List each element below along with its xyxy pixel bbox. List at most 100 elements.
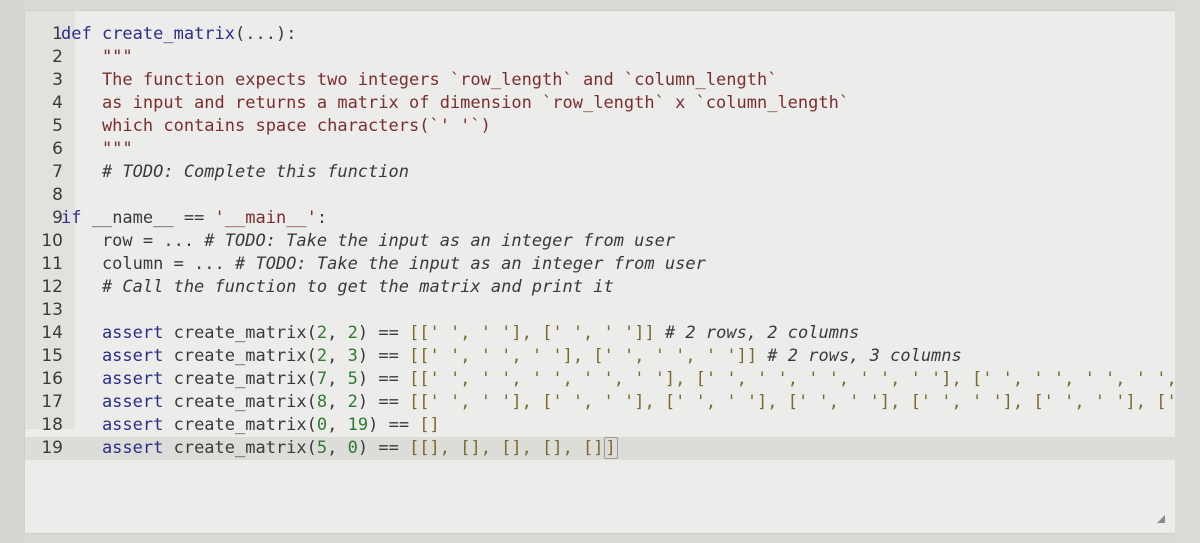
code-token: , xyxy=(327,369,348,389)
code-token: # TODO: Take the input as an integer fro… xyxy=(204,231,676,251)
code-line[interactable]: 10 row = ... # TODO: Take the input as a… xyxy=(25,230,1175,253)
code-line[interactable]: 11 column = ... # TODO: Take the input a… xyxy=(25,253,1175,276)
code-token: assert xyxy=(61,369,174,389)
code-line[interactable]: 1 def create_matrix(...): xyxy=(25,23,1175,46)
code-token: ) == xyxy=(357,392,410,412)
code-token: 2 xyxy=(347,392,358,412)
code-line[interactable]: 8 xyxy=(25,184,1175,207)
code-token: (...): xyxy=(235,24,297,44)
code-text: row = ... # TODO: Take the input as an i… xyxy=(61,230,675,253)
resize-handle-icon[interactable] xyxy=(1157,515,1165,523)
code-text: The function expects two integers `row_l… xyxy=(61,69,778,92)
code-text: assert create_matrix(2, 3) == [[' ', ' '… xyxy=(61,345,962,368)
code-line[interactable]: 5 which contains space characters(`' '`) xyxy=(25,115,1175,138)
code-token: ) == xyxy=(368,415,420,435)
code-token: as input and returns a matrix of dimensi… xyxy=(61,93,850,113)
code-token: 5 xyxy=(347,369,358,389)
code-token: 5 xyxy=(316,438,328,458)
line-number: 13 xyxy=(41,300,63,320)
code-token: '__main__' xyxy=(214,208,317,228)
code-token: , xyxy=(327,346,348,366)
code-line[interactable]: 12 # Call the function to get the matrix… xyxy=(25,276,1175,299)
code-token: : xyxy=(316,208,328,228)
line-number: 17 xyxy=(41,392,63,412)
code-token: 2 xyxy=(347,323,358,343)
code-token: 0 xyxy=(347,438,358,458)
code-line[interactable]: 14 assert create_matrix(2, 2) == [[' ', … xyxy=(25,322,1175,345)
code-text: assert create_matrix(8, 2) == [[' ', ' '… xyxy=(61,391,1175,414)
code-text: assert create_matrix(7, 5) == [[' ', ' '… xyxy=(61,368,1175,391)
code-text: assert create_matrix(0, 19) == [] xyxy=(61,414,440,437)
code-token: assert xyxy=(61,346,174,366)
line-number: 7 xyxy=(52,162,63,182)
code-line[interactable]: 19 assert create_matrix(5, 0) == [[], []… xyxy=(25,437,1175,460)
window-right-edge xyxy=(1175,0,1200,543)
code-token: # 2 rows, 3 columns xyxy=(757,346,962,366)
line-number: 8 xyxy=(52,185,63,205)
code-token: , xyxy=(327,392,348,412)
code-line[interactable]: 15 assert create_matrix(2, 3) == [[' ', … xyxy=(25,345,1175,368)
code-line[interactable]: 3 The function expects two integers `row… xyxy=(25,69,1175,92)
code-line[interactable]: 17 assert create_matrix(8, 2) == [[' ', … xyxy=(25,391,1175,414)
code-text: """ xyxy=(61,138,133,161)
code-token: ) == xyxy=(357,323,410,343)
code-text: assert create_matrix(2, 2) == [[' ', ' '… xyxy=(61,322,859,345)
code-token: , xyxy=(327,415,348,435)
code-token: ) == xyxy=(357,346,410,366)
code-token: def xyxy=(61,24,102,44)
code-token: """ xyxy=(61,139,133,159)
code-token: The function expects two integers `row_l… xyxy=(61,70,778,90)
code-token: assert xyxy=(61,415,174,435)
matched-bracket: ] xyxy=(603,437,618,459)
code-token: 19 xyxy=(347,415,369,435)
line-number: 9 xyxy=(52,208,63,228)
window-left-edge xyxy=(0,0,24,543)
code-line[interactable]: 6 """ xyxy=(25,138,1175,161)
code-text: if __name__ == '__main__': xyxy=(61,207,327,230)
code-line[interactable]: 7 # TODO: Complete this function xyxy=(25,161,1175,184)
code-line[interactable]: 4 as input and returns a matrix of dimen… xyxy=(25,92,1175,115)
code-token: [] xyxy=(419,415,440,435)
code-token: [[' ', ' '], [' ', ' ']] xyxy=(409,323,655,343)
code-token: 7 xyxy=(316,369,328,389)
code-text: def create_matrix(...): xyxy=(61,23,296,46)
line-number: 18 xyxy=(41,415,63,435)
code-token: create_matrix( xyxy=(173,346,317,366)
line-number: 15 xyxy=(41,346,63,366)
code-token: ) == xyxy=(357,369,410,389)
code-text: column = ... # TODO: Take the input as a… xyxy=(61,253,706,276)
code-text: # TODO: Complete this function xyxy=(61,161,409,184)
code-token: assert xyxy=(61,438,174,458)
code-line[interactable]: 18 assert create_matrix(0, 19) == [] xyxy=(25,414,1175,437)
code-token: column = ... xyxy=(61,254,235,274)
code-token: create_matrix( xyxy=(173,392,317,412)
line-number: 1 xyxy=(52,24,63,44)
code-token: 2 xyxy=(316,323,328,343)
code-token: 0 xyxy=(316,415,328,435)
code-text: which contains space characters(`' '`) xyxy=(61,115,491,138)
line-number: 14 xyxy=(41,323,63,343)
code-token: create_matrix( xyxy=(173,415,317,435)
line-number: 6 xyxy=(52,139,63,159)
code-token: create_matrix( xyxy=(173,369,317,389)
line-number: 4 xyxy=(52,93,63,113)
code-token: if xyxy=(61,208,92,228)
code-token: , xyxy=(327,438,348,458)
line-number: 12 xyxy=(41,277,63,297)
code-line[interactable]: 2 """ xyxy=(25,46,1175,69)
line-number: 11 xyxy=(41,254,63,274)
code-token: __name__ == xyxy=(91,208,215,228)
code-line[interactable]: 13 xyxy=(25,299,1175,322)
code-text: """ xyxy=(61,46,133,69)
code-editor[interactable]: 1 def create_matrix(...): 2 """ 3 The funct… xyxy=(24,10,1176,534)
code-token: """ xyxy=(61,47,133,67)
line-number: 5 xyxy=(52,116,63,136)
code-token: # Call the function to get the matrix an… xyxy=(61,277,614,297)
code-token: which contains space characters(`' '`) xyxy=(61,116,491,136)
code-token: [[], [], [], [], [] xyxy=(409,438,604,458)
code-token: row = ... xyxy=(61,231,205,251)
line-number: 16 xyxy=(41,369,63,389)
code-token: 8 xyxy=(316,392,328,412)
code-line[interactable]: 16 assert create_matrix(7, 5) == [[' ', … xyxy=(25,368,1175,391)
code-line[interactable]: 9 if __name__ == '__main__': xyxy=(25,207,1175,230)
